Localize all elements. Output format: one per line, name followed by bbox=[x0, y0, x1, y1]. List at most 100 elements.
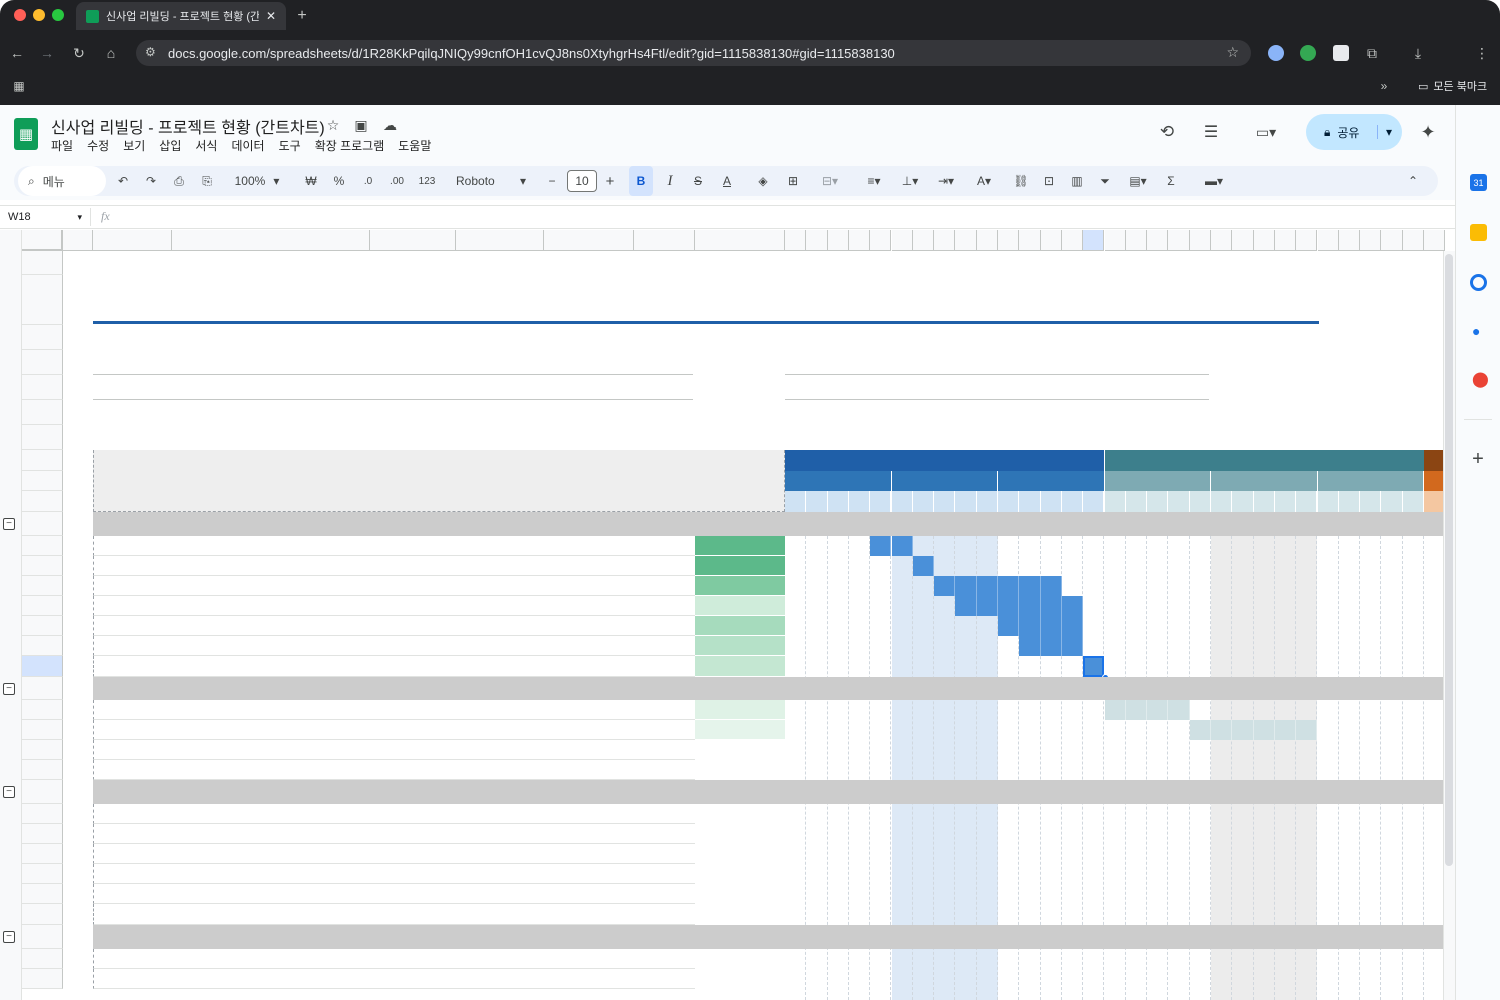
task-dur[interactable] bbox=[634, 576, 695, 596]
minimize-window-button[interactable] bbox=[33, 9, 45, 21]
gantt-bar-cell[interactable] bbox=[1168, 700, 1190, 720]
gantt-bar-cell[interactable] bbox=[1040, 636, 1062, 656]
doc-title[interactable]: 신사업 리빌딩 - 프로젝트 현황 (간트차트) bbox=[51, 114, 325, 138]
menu-item[interactable]: 보기 bbox=[123, 137, 145, 155]
select-all-corner[interactable] bbox=[22, 230, 63, 251]
decrease-decimal-button[interactable]: .0 bbox=[356, 166, 380, 196]
column-header[interactable] bbox=[934, 230, 956, 251]
new-tab-icon[interactable]: + bbox=[292, 6, 312, 26]
column-header[interactable] bbox=[1211, 230, 1233, 251]
insert-link-icon[interactable]: ⛓ bbox=[1010, 166, 1032, 196]
menu-search[interactable]: ⌕ 메뉴 bbox=[18, 166, 106, 196]
gantt-bar-cell[interactable] bbox=[870, 536, 892, 556]
column-header[interactable] bbox=[93, 230, 172, 251]
column-header[interactable] bbox=[1061, 230, 1084, 251]
task-dur[interactable] bbox=[634, 760, 695, 780]
gantt-bar-cell[interactable] bbox=[1211, 720, 1233, 740]
task-dur[interactable] bbox=[634, 740, 695, 760]
task-dur[interactable] bbox=[634, 949, 695, 969]
task-pct[interactable] bbox=[695, 969, 785, 989]
tasks-icon[interactable] bbox=[1470, 274, 1487, 291]
insert-chart-icon[interactable]: ▥ bbox=[1066, 166, 1088, 196]
text-rotation-icon[interactable]: A▾ bbox=[968, 166, 1000, 196]
paint-format-icon[interactable]: ⎘ bbox=[196, 166, 218, 196]
gantt-bar-cell[interactable] bbox=[1274, 720, 1297, 740]
row-header[interactable] bbox=[22, 925, 63, 949]
font-size-input[interactable]: 10 bbox=[567, 170, 597, 192]
gantt-bar-cell[interactable] bbox=[1147, 700, 1169, 720]
close-tab-icon[interactable]: ✕ bbox=[266, 9, 276, 23]
gantt-bar-cell[interactable] bbox=[1040, 596, 1062, 616]
print-icon[interactable]: ⎙ bbox=[168, 166, 190, 196]
row-header[interactable] bbox=[22, 616, 63, 636]
extension-3-icon[interactable] bbox=[1333, 45, 1349, 61]
gantt-bar-cell[interactable] bbox=[1061, 616, 1084, 636]
sheets-logo-icon[interactable]: ▦ bbox=[14, 118, 38, 150]
row-header[interactable] bbox=[22, 512, 63, 536]
calendar-icon[interactable]: 31 bbox=[1470, 174, 1487, 191]
more-menu-icon[interactable]: ⋮ bbox=[1473, 44, 1491, 62]
column-header[interactable] bbox=[1083, 230, 1105, 251]
menu-item[interactable]: 서식 bbox=[195, 137, 217, 155]
row-header[interactable] bbox=[22, 804, 63, 824]
column-header[interactable] bbox=[456, 230, 544, 251]
collapse-group-icon[interactable]: − bbox=[3, 518, 15, 530]
task-dur[interactable] bbox=[634, 636, 695, 656]
task-pct[interactable] bbox=[695, 844, 785, 864]
row-header[interactable] bbox=[22, 556, 63, 576]
row-header[interactable] bbox=[22, 864, 63, 884]
task-pct[interactable] bbox=[695, 596, 785, 616]
collapse-menus-icon[interactable]: ⌃ bbox=[1402, 166, 1424, 196]
task-pct[interactable] bbox=[695, 556, 785, 576]
task-pct[interactable] bbox=[695, 616, 785, 636]
gantt-bar-cell[interactable] bbox=[1232, 720, 1254, 740]
gantt-bar-cell[interactable] bbox=[998, 576, 1020, 596]
gantt-bar-cell[interactable] bbox=[1253, 720, 1275, 740]
task-pct[interactable] bbox=[695, 700, 785, 720]
task-dur[interactable] bbox=[634, 556, 695, 576]
font-size-decrease-icon[interactable]: − bbox=[542, 166, 562, 196]
row-header[interactable] bbox=[22, 969, 63, 989]
column-header[interactable] bbox=[172, 230, 370, 251]
task-dur[interactable] bbox=[634, 884, 695, 904]
back-icon[interactable]: ← bbox=[8, 44, 26, 62]
column-header[interactable] bbox=[891, 230, 913, 251]
task-pct[interactable] bbox=[695, 636, 785, 656]
task-dur[interactable] bbox=[634, 824, 695, 844]
task-pct[interactable] bbox=[695, 864, 785, 884]
task-pct[interactable] bbox=[695, 884, 785, 904]
column-header[interactable] bbox=[1019, 230, 1041, 251]
site-info-icon[interactable]: ⚙ bbox=[145, 45, 156, 59]
strikethrough-icon[interactable]: S bbox=[687, 166, 709, 196]
zoom-select[interactable]: 100% ▾ bbox=[226, 166, 288, 196]
column-header[interactable] bbox=[1381, 230, 1403, 251]
column-header[interactable] bbox=[63, 230, 93, 251]
functions-icon[interactable]: Σ bbox=[1160, 166, 1182, 196]
name-box[interactable]: W18 ▾ bbox=[8, 209, 82, 225]
gantt-bar-cell[interactable] bbox=[1019, 636, 1041, 656]
row-header[interactable] bbox=[22, 471, 63, 491]
column-header[interactable] bbox=[1189, 230, 1211, 251]
row-header[interactable] bbox=[22, 251, 63, 275]
add-addon-icon[interactable]: + bbox=[1468, 448, 1488, 470]
column-header[interactable] bbox=[1168, 230, 1190, 251]
row-header[interactable] bbox=[22, 740, 63, 760]
row-header[interactable] bbox=[22, 884, 63, 904]
task-pct[interactable] bbox=[695, 740, 785, 760]
column-header[interactable] bbox=[998, 230, 1020, 251]
menu-item[interactable]: 도구 bbox=[279, 137, 301, 155]
menu-item[interactable]: 삽입 bbox=[159, 137, 181, 155]
task-pct[interactable] bbox=[695, 656, 785, 677]
row-header[interactable] bbox=[22, 824, 63, 844]
gantt-bar-cell[interactable] bbox=[1125, 700, 1148, 720]
column-header[interactable] bbox=[806, 230, 828, 251]
row-header[interactable] bbox=[22, 700, 63, 720]
all-bookmarks[interactable]: ▭ 모든 북마크 bbox=[1418, 78, 1487, 94]
task-dur[interactable] bbox=[634, 904, 695, 925]
cloud-saved-icon[interactable]: ☁ bbox=[381, 116, 399, 134]
task-pct[interactable] bbox=[695, 576, 785, 596]
gantt-bar-cell[interactable] bbox=[998, 596, 1020, 616]
gantt-bar-cell[interactable] bbox=[1061, 636, 1084, 656]
horizontal-align-icon[interactable]: ≡▾ bbox=[858, 166, 890, 196]
gantt-bar-cell[interactable] bbox=[1019, 576, 1041, 596]
